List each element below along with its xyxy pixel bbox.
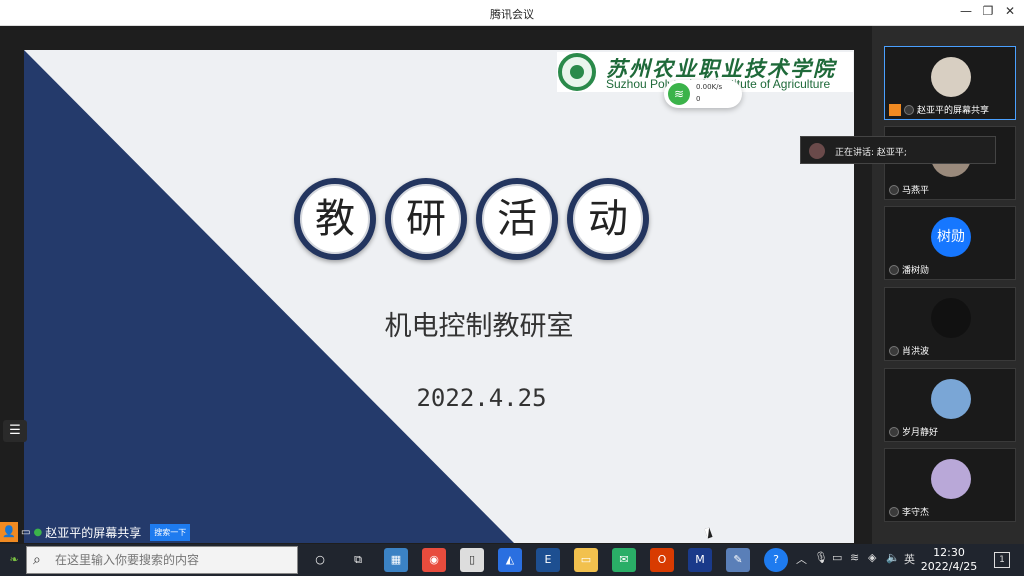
store-icon[interactable]: ▦ [384,548,408,572]
title-char-circle: 活 [476,178,558,260]
wifi-icon: ≋ [668,83,690,105]
school-emblem-icon [558,53,596,91]
minimize-icon[interactable]: — [956,4,976,18]
tray-usb-icon[interactable]: ▭ [832,551,842,564]
participant-name: 李守杰 [902,508,930,518]
mic-off-icon [889,345,899,356]
list-toggle-icon[interactable]: ☰ [3,420,27,442]
share-icon [889,103,901,116]
tray-wifi-icon[interactable]: ≋ [850,551,859,564]
notification-icon[interactable]: 1 [994,552,1010,568]
title-char-circle: 研 [385,178,467,260]
participant-tile[interactable]: 李守杰 [884,448,1016,522]
tray-app-icon[interactable]: ◈ [868,551,876,564]
title-char-circle: 教 [294,178,376,260]
screen-share-bar: 👤 ▭ ● 赵亚平的屏幕共享 搜索一下 [0,522,191,542]
network-count: 0 [696,95,701,103]
avatar [931,379,971,419]
task-view-icon[interactable]: ⧉ [346,548,370,572]
participant-name: 马燕平 [902,186,930,196]
speaking-label: 正在讲话: 赵亚平; [835,148,907,158]
mic-off-icon [889,506,899,517]
participant-name: 肖洪波 [902,347,930,357]
shared-slide: 苏州农业职业技术学院 Suzhou Polytechnic Institute … [24,50,854,543]
share-label: 赵亚平的屏幕共享 [45,525,142,540]
paint-icon[interactable]: ✎ [726,548,750,572]
slide-navy-triangle [24,50,514,543]
participant-tile[interactable]: 岁月静好 [884,368,1016,442]
taskbar-clock[interactable]: 12:30 2022/4/25 [914,546,984,574]
meeting-stage: 苏州农业职业技术学院 Suzhou Polytechnic Institute … [0,26,1024,544]
speaking-indicator: 正在讲话: 赵亚平; [800,136,996,164]
window-title: 腾讯会议 [490,8,534,21]
participant-name: 岁月静好 [902,428,939,438]
participant-tile[interactable]: 树勋 潘树勋 [884,206,1016,280]
clock-time: 12:30 [933,546,965,559]
mic-off-icon [889,184,899,195]
search-button[interactable]: 搜索一下 [150,523,191,541]
title-bar: 腾讯会议 — ❐ ✕ [0,0,1024,26]
file-icon[interactable]: ▯ [460,548,484,572]
close-icon[interactable]: ✕ [1000,4,1020,18]
speaker-avatar-icon [809,143,825,159]
cortana-icon[interactable]: ○ [308,548,332,572]
office-icon[interactable]: O [650,548,674,572]
mic-off-icon [889,264,899,275]
slide-subtitle: 机电控制教研室 [384,311,574,342]
avatar [931,57,971,97]
participant-name: 赵亚平的屏幕共享 [917,106,990,116]
mic-icon: ● [33,526,43,538]
user-icon: 👤 [0,522,18,542]
screen-icon: ▭ [21,526,31,538]
mic-icon [904,104,914,115]
mic-off-icon [889,426,899,437]
participant-name: 潘树勋 [902,266,930,276]
title-char-circle: 动 [567,178,649,260]
start-leaf-icon[interactable]: ❧ [2,548,26,572]
avatar: 树勋 [931,217,971,257]
participant-tile[interactable]: 赵亚平的屏幕共享 [884,46,1016,120]
tray-expand-icon[interactable]: ︿ [796,551,807,567]
browser-icon[interactable]: ◉ [422,548,446,572]
search-input[interactable] [55,553,285,567]
volume-icon[interactable]: 🔈 [886,551,900,564]
seewo-icon[interactable]: E [536,548,560,572]
slide-date: 2022.4.25 [416,384,547,412]
avatar [931,459,971,499]
avatar [931,298,971,338]
tray-mic-icon[interactable]: 🎙 [814,551,828,564]
search-icon: ⌕ [33,552,41,568]
restore-icon[interactable]: ❐ [978,4,998,18]
network-status-pill[interactable]: ≋ 0.00K/s 0 [664,80,742,108]
folder-icon[interactable]: ▭ [574,548,598,572]
wechat-icon[interactable]: ✉ [612,548,636,572]
help-icon[interactable]: ? [764,548,788,572]
clock-date: 2022/4/25 [920,560,978,573]
taskbar-search[interactable]: ⌕ [26,546,298,574]
mcgs-icon[interactable]: M [688,548,712,572]
participant-sidebar: 赵亚平的屏幕共享 马燕平 树勋 潘树勋 肖洪波 岁月静好 李守杰 [872,26,1024,544]
tencent-meeting-icon[interactable]: ◭ [498,548,522,572]
participant-tile[interactable]: 肖洪波 [884,287,1016,361]
network-speed: 0.00K/s [696,83,723,91]
taskbar: ❧ ⌕ ○ ⧉ ▦ ◉ ▯ ◭ E ▭ ✉ O M ✎ ? ︿ 🎙 ▭ ≋ ◈ … [0,544,1024,576]
